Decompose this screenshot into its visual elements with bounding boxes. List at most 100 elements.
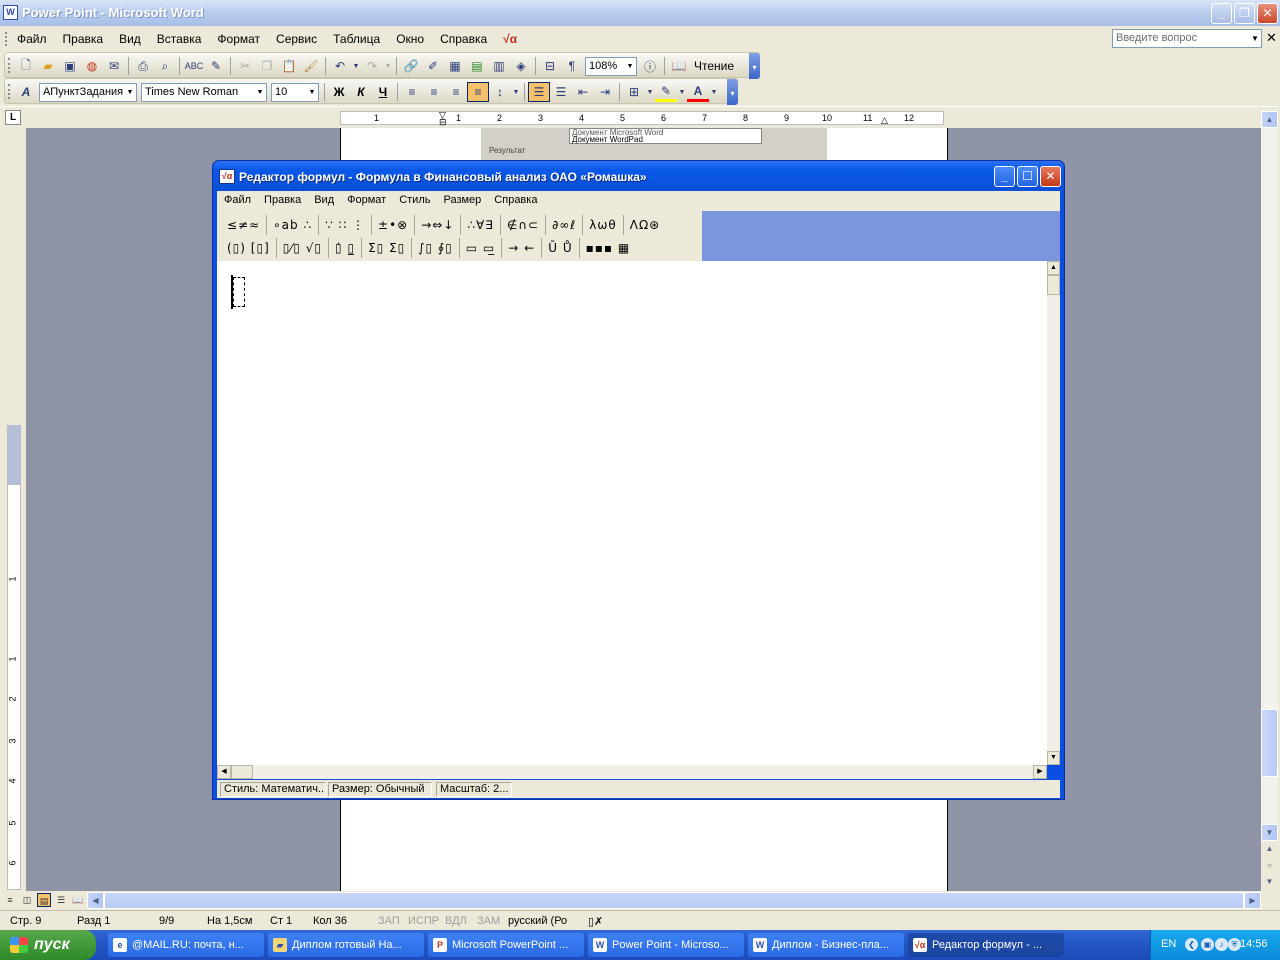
redo-icon[interactable]: ↷: [361, 56, 383, 76]
labeled-arrows-palette-button[interactable]: → ←: [504, 238, 539, 258]
chevron-down-icon[interactable]: ▼: [624, 58, 636, 75]
font-select[interactable]: Times New Roman ▼: [141, 82, 267, 102]
insert-table-icon[interactable]: ▦: [444, 56, 466, 76]
misc-symbols-palette-button[interactable]: ∂∞ℓ: [548, 215, 580, 235]
fences-palette-button[interactable]: (▯) [▯]: [223, 238, 274, 258]
new-document-icon[interactable]: 🗋: [15, 56, 37, 76]
email-icon[interactable]: ✉: [103, 56, 125, 76]
decrease-indent-icon[interactable]: ⇤: [572, 82, 594, 102]
reading-button[interactable]: Чтение: [690, 59, 738, 73]
toolbar-grip[interactable]: [8, 84, 11, 99]
menu-table[interactable]: Таблица: [333, 32, 380, 46]
restore-button[interactable]: ❐: [1234, 3, 1255, 24]
style-select[interactable]: АПунктЗадания ▼: [39, 82, 137, 102]
taskbar-item-folder[interactable]: ▰ Диплом готовый На...: [268, 933, 424, 957]
tables-borders-icon[interactable]: ✐: [422, 56, 444, 76]
document-close-icon[interactable]: ✕: [1266, 30, 1277, 46]
eq-menu-view[interactable]: Вид: [314, 194, 334, 206]
menu-view[interactable]: Вид: [119, 32, 141, 46]
language-indicator[interactable]: EN: [1161, 938, 1176, 950]
scroll-left-icon[interactable]: ◀: [87, 892, 104, 909]
tab-selector-icon[interactable]: L: [5, 110, 21, 125]
equation-horizontal-scrollbar[interactable]: ◀ ▶: [217, 765, 1047, 779]
taskbar-item-mail[interactable]: e @MAIL.RU: почта, н...: [108, 933, 264, 957]
toolbar-options-icon[interactable]: ▾: [727, 79, 738, 105]
close-button[interactable]: ✕: [1040, 166, 1061, 187]
minimize-button[interactable]: _: [994, 166, 1015, 187]
tray-expand-icon[interactable]: ❮: [1185, 938, 1198, 951]
eq-menu-style[interactable]: Стиль: [399, 194, 430, 206]
menu-window[interactable]: Окно: [396, 32, 424, 46]
line-spacing-dropdown-icon[interactable]: ▼: [511, 82, 521, 102]
highlight-icon[interactable]: ✎: [655, 82, 677, 102]
eq-menu-format[interactable]: Формат: [347, 194, 386, 206]
document-map-icon[interactable]: ⊟: [539, 56, 561, 76]
status-overtype[interactable]: ЗАМ: [477, 915, 500, 927]
open-folder-icon[interactable]: ▰: [37, 56, 59, 76]
taskbar-item-equation-editor[interactable]: √α Редактор формул - ...: [908, 933, 1064, 957]
zoom-select[interactable]: 108% ▼: [585, 56, 637, 76]
network-icon[interactable]: ▣: [1201, 938, 1214, 951]
scroll-right-icon[interactable]: ▶: [1244, 892, 1261, 909]
borders-dropdown-icon[interactable]: ▼: [645, 82, 655, 102]
equation-horizontal-scroll-thumb[interactable]: [231, 765, 253, 779]
cut-icon[interactable]: ✂: [234, 56, 256, 76]
products-palette-button[interactable]: Ū Ů: [544, 238, 576, 258]
menubar-grip[interactable]: [5, 32, 8, 46]
format-painter-icon[interactable]: 🖌: [300, 56, 322, 76]
columns-icon[interactable]: ▥: [488, 56, 510, 76]
drawing-icon[interactable]: ◈: [510, 56, 532, 76]
reading-view-icon[interactable]: 📖: [71, 893, 85, 907]
spelling-icon[interactable]: ABC: [183, 56, 205, 76]
chevron-down-icon[interactable]: ▼: [306, 84, 318, 101]
save-icon[interactable]: ▣: [59, 56, 81, 76]
empty-equation-slot[interactable]: [233, 277, 245, 307]
underline-button[interactable]: Ч: [372, 82, 394, 102]
scroll-left-icon[interactable]: ◀: [217, 765, 231, 779]
copy-icon[interactable]: ❐: [256, 56, 278, 76]
spelling-status-icon[interactable]: ▯✗: [588, 915, 603, 928]
taskbar-item-powerpoint[interactable]: P Microsoft PowerPoint ...: [428, 933, 584, 957]
scroll-down-icon[interactable]: ▼: [1047, 751, 1060, 765]
embellishments-palette-button[interactable]: ∵ ∷ ⋮: [321, 215, 369, 235]
horizontal-ruler[interactable]: 1 1 2 3 4 5 6 7 8 9 10 11 12 ▽ ⊟ △: [340, 110, 944, 127]
highlight-dropdown-icon[interactable]: ▼: [677, 82, 687, 102]
undo-dropdown-icon[interactable]: ▼: [351, 56, 361, 76]
operators-palette-button[interactable]: ±•⊗: [374, 215, 412, 235]
outline-view-icon[interactable]: ☰: [54, 893, 68, 907]
undo-icon[interactable]: ↶: [329, 56, 351, 76]
next-page-icon[interactable]: ▼: [1261, 874, 1278, 891]
bold-button[interactable]: Ж: [328, 82, 350, 102]
redo-dropdown-icon[interactable]: ▼: [383, 56, 393, 76]
status-record[interactable]: ЗАП: [378, 915, 400, 927]
increase-indent-icon[interactable]: ⇥: [594, 82, 616, 102]
taskbar-item-word-powerpoint[interactable]: W Power Point - Microso...: [588, 933, 744, 957]
hyperlink-icon[interactable]: 🔗: [400, 56, 422, 76]
fractions-radicals-palette-button[interactable]: ▯⁄▯ √▯: [279, 238, 326, 258]
set-theory-palette-button[interactable]: ∉∩⊂: [503, 215, 543, 235]
help-icon[interactable]: ⓘ: [639, 56, 661, 76]
toolbar-options-icon[interactable]: ▾: [749, 53, 760, 79]
equation-vertical-scroll-thumb[interactable]: [1047, 275, 1060, 295]
bars-palette-button[interactable]: ▭ ▭̲: [462, 238, 500, 258]
vertical-scroll-thumb[interactable]: [1261, 709, 1278, 777]
minimize-button[interactable]: _: [1211, 3, 1232, 24]
chevron-down-icon[interactable]: ▼: [1249, 30, 1261, 47]
subscript-palette-button[interactable]: ▯̇ ▯̲: [331, 238, 359, 258]
status-language[interactable]: русский (Ро: [508, 915, 567, 927]
eq-menu-edit[interactable]: Правка: [264, 194, 301, 206]
research-icon[interactable]: ✎: [205, 56, 227, 76]
vertical-ruler[interactable]: 1 1 2 3 4 5 6: [7, 425, 21, 890]
insert-excel-icon[interactable]: ▤: [466, 56, 488, 76]
scroll-up-icon[interactable]: ▲: [1261, 111, 1278, 128]
menu-help[interactable]: Справка: [440, 32, 487, 46]
permission-icon[interactable]: ◍: [81, 56, 103, 76]
menu-tools[interactable]: Сервис: [276, 32, 317, 46]
align-center-icon[interactable]: ≡: [423, 82, 445, 102]
menu-format[interactable]: Формат: [217, 32, 260, 46]
relations-palette-button[interactable]: ≤≠≈: [223, 215, 264, 235]
show-hide-icon[interactable]: ¶: [561, 56, 583, 76]
volume-icon[interactable]: ♪: [1215, 938, 1228, 951]
arrows-palette-button[interactable]: →⇔↓: [417, 215, 458, 235]
equation-vertical-scrollbar[interactable]: ▲ ▼: [1047, 261, 1060, 765]
